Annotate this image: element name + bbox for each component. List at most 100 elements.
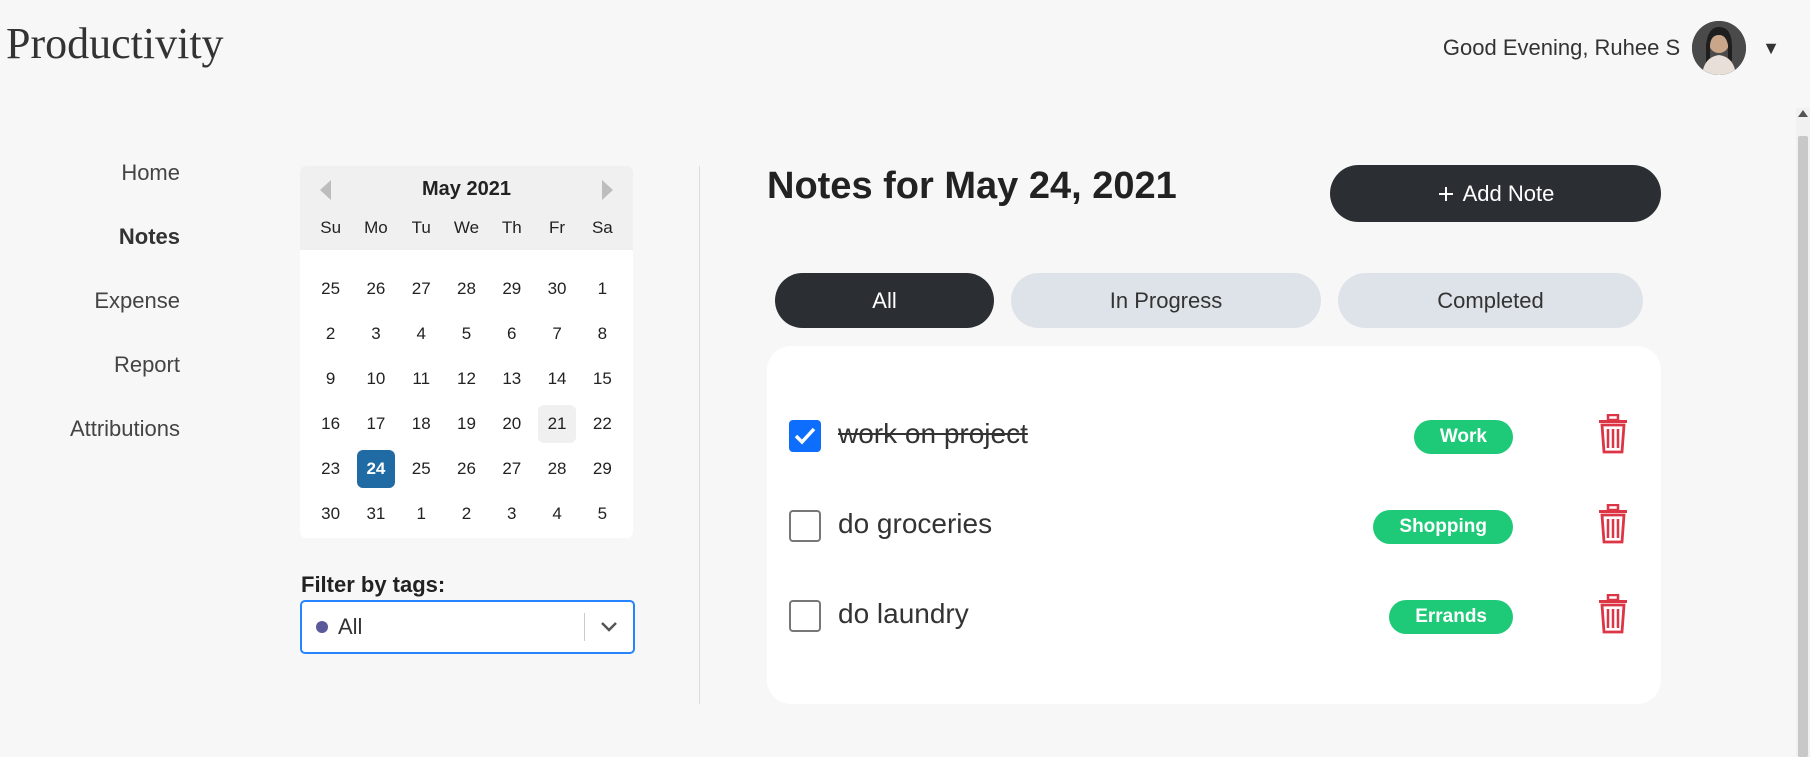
calendar-day[interactable]: 26 xyxy=(444,446,489,491)
calendar-day-label: 5 xyxy=(461,323,472,343)
calendar-day-label: 19 xyxy=(457,413,476,433)
sidebar-nav: Home Notes Expense Report Attributions xyxy=(70,155,180,475)
sidebar-item-home[interactable]: Home xyxy=(70,155,180,219)
calendar-day-label: 12 xyxy=(457,368,476,388)
sidebar-item-attributions[interactable]: Attributions xyxy=(70,411,180,475)
calendar-day[interactable]: 20 xyxy=(489,401,534,446)
sidebar-item-notes[interactable]: Notes xyxy=(70,219,180,283)
weekday-label: We xyxy=(453,218,480,237)
calendar-day[interactable]: 28 xyxy=(444,266,489,311)
calendar-day-label: 24 xyxy=(356,449,395,488)
trash-icon[interactable] xyxy=(1597,504,1629,544)
weekday-label: Su xyxy=(320,218,342,237)
calendar-header: May 2021 Su Mo Tu We Th Fr Sa xyxy=(300,166,633,250)
calendar-day[interactable]: 21 xyxy=(534,401,579,446)
tab-in-progress[interactable]: In Progress xyxy=(1011,273,1321,328)
add-note-button[interactable]: Add Note xyxy=(1330,165,1661,222)
weekday-label: Fr xyxy=(549,218,566,237)
weekday-row: Su Mo Tu We Th Fr Sa xyxy=(308,218,625,238)
calendar-day[interactable]: 23 xyxy=(308,446,353,491)
note-text: work on project xyxy=(838,418,1028,449)
calendar-day[interactable]: 7 xyxy=(534,311,579,356)
calendar-day[interactable]: 15 xyxy=(580,356,625,401)
calendar-day[interactable]: 30 xyxy=(534,266,579,311)
note-checkbox[interactable] xyxy=(789,600,821,632)
calendar-day[interactable]: 29 xyxy=(580,446,625,491)
next-month-icon[interactable] xyxy=(602,180,613,200)
note-checkbox[interactable] xyxy=(789,510,821,542)
scroll-thumb[interactable] xyxy=(1798,136,1808,757)
calendar-day-label: 17 xyxy=(366,413,386,433)
calendar-day-label: 4 xyxy=(416,323,426,343)
scroll-up-icon[interactable] xyxy=(1798,110,1808,117)
trash-icon[interactable] xyxy=(1597,414,1629,454)
calendar-day[interactable]: 1 xyxy=(580,266,625,311)
calendar-day-label: 9 xyxy=(325,368,336,388)
calendar-day[interactable]: 13 xyxy=(489,356,534,401)
calendar-day[interactable]: 27 xyxy=(399,266,444,311)
calendar-day-label: 1 xyxy=(597,278,608,298)
calendar-day[interactable]: 25 xyxy=(308,266,353,311)
calendar-day[interactable]: 18 xyxy=(399,401,444,446)
calendar-day[interactable]: 5 xyxy=(444,311,489,356)
date-picker: May 2021 Su Mo Tu We Th Fr Sa 25 26 27 28 29 30 1 2 3 4… xyxy=(300,166,633,538)
calendar-day[interactable]: 26 xyxy=(353,266,398,311)
calendar-day[interactable]: 9 xyxy=(308,356,353,401)
calendar-day[interactable]: 28 xyxy=(534,446,579,491)
calendar-day[interactable]: 17 xyxy=(353,401,398,446)
calendar-day-label: 15 xyxy=(592,368,612,388)
sidebar-item-report[interactable]: Report xyxy=(70,347,180,411)
calendar-day[interactable]: 10 xyxy=(353,356,398,401)
note-checkbox[interactable] xyxy=(789,420,821,452)
calendar-day-label: 26 xyxy=(457,458,476,478)
avatar[interactable] xyxy=(1692,21,1747,75)
greeting-text: Good Evening, Ruhee S xyxy=(1442,35,1681,60)
calendar-day[interactable]: 4 xyxy=(399,311,444,356)
calendar-day[interactable]: 4 xyxy=(534,491,579,536)
calendar-day-label: 13 xyxy=(502,368,522,388)
calendar-day[interactable]: 19 xyxy=(444,401,489,446)
list-item: work on project Work xyxy=(767,406,1661,466)
calendar-day[interactable]: 31 xyxy=(353,491,398,536)
tag-color-dot xyxy=(316,621,328,633)
calendar-day[interactable]: 6 xyxy=(489,311,534,356)
calendar-day[interactable]: 5 xyxy=(580,491,625,536)
calendar-day[interactable]: 29 xyxy=(489,266,534,311)
calendar-day[interactable]: 11 xyxy=(399,356,444,401)
calendar-day[interactable]: 22 xyxy=(580,401,625,446)
weekday-label: Sa xyxy=(591,218,613,237)
user-menu[interactable]: Good Evening, Ruhee S ▼ xyxy=(1443,20,1780,76)
tab-completed[interactable]: Completed xyxy=(1338,273,1643,328)
calendar-day[interactable]: 14 xyxy=(534,356,579,401)
calendar-day[interactable]: 2 xyxy=(308,311,353,356)
app-logo: Productivity xyxy=(6,19,224,68)
calendar-day-label: 3 xyxy=(371,323,381,343)
column-divider xyxy=(699,166,700,704)
note-text: do laundry xyxy=(838,598,969,629)
calendar-day-label: 29 xyxy=(502,278,522,298)
tab-all[interactable]: All xyxy=(775,273,994,328)
calendar-day[interactable]: 30 xyxy=(308,491,353,536)
calendar-day-label: 8 xyxy=(597,323,608,343)
trash-icon[interactable] xyxy=(1597,594,1629,634)
calendar-day[interactable]: 27 xyxy=(489,446,534,491)
sidebar-item-expense[interactable]: Expense xyxy=(70,283,180,347)
calendar-day[interactable]: 24 xyxy=(353,446,398,491)
calendar-day[interactable]: 16 xyxy=(308,401,353,446)
calendar-day[interactable]: 25 xyxy=(399,446,444,491)
page-title: Notes for May 24, 2021 xyxy=(767,165,1177,207)
calendar-day[interactable]: 1 xyxy=(399,491,444,536)
calendar-day-label: 10 xyxy=(366,368,386,388)
calendar-day[interactable]: 12 xyxy=(444,356,489,401)
calendar-day[interactable]: 2 xyxy=(444,491,489,536)
calendar-day-label: 30 xyxy=(547,278,567,298)
calendar-day[interactable]: 3 xyxy=(353,311,398,356)
calendar-month-label: May 2021 xyxy=(422,178,511,200)
calendar-day[interactable]: 3 xyxy=(489,491,534,536)
chevron-down-icon[interactable] xyxy=(585,621,633,633)
calendar-day[interactable]: 8 xyxy=(580,311,625,356)
tag-filter-select[interactable]: All xyxy=(300,600,635,654)
calendar-day-label: 6 xyxy=(507,323,517,343)
caret-down-icon[interactable]: ▼ xyxy=(1762,38,1780,59)
check-icon xyxy=(794,427,816,445)
